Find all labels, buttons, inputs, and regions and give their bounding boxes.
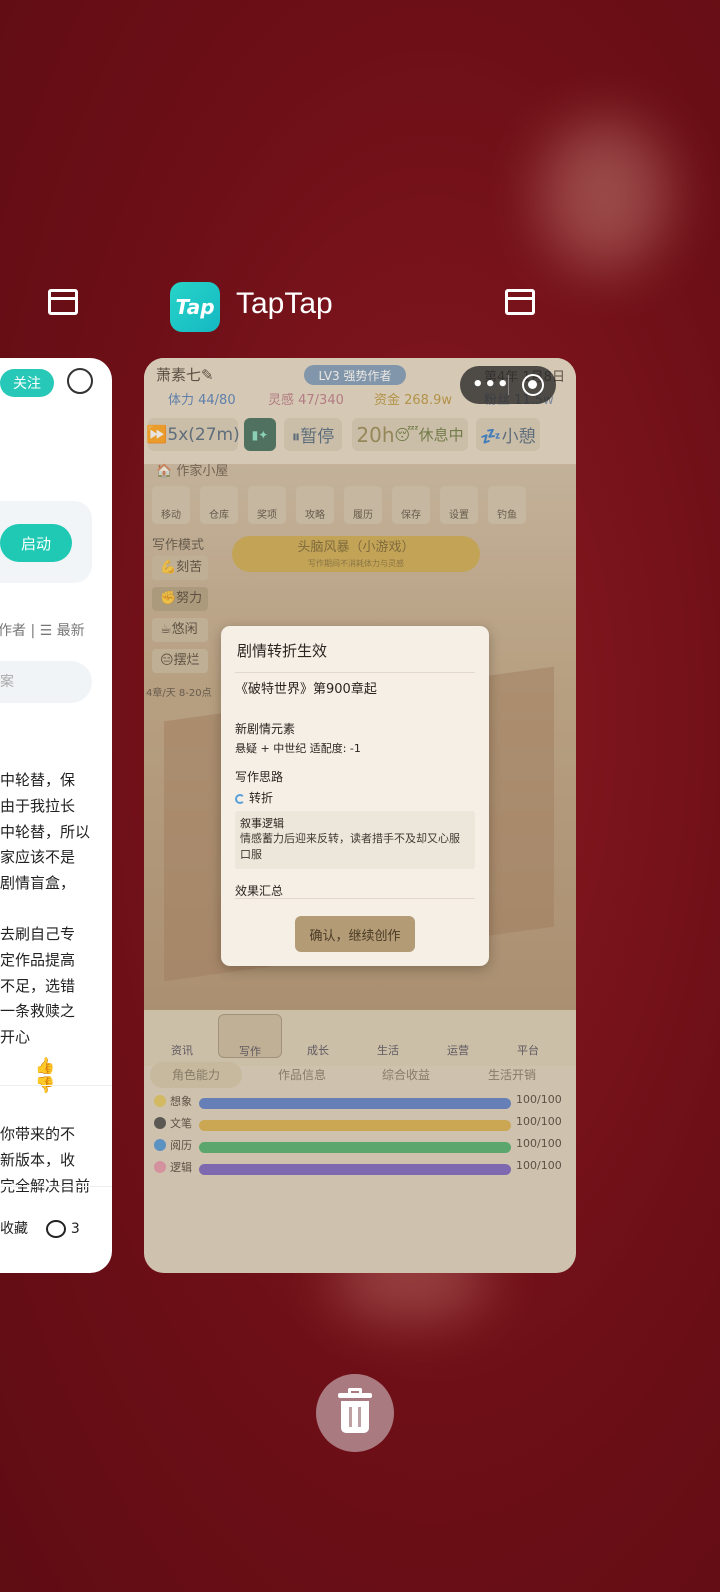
- idea-title: 写作思路: [235, 770, 284, 784]
- taptap-app-icon[interactable]: Tap: [170, 282, 220, 332]
- divider: [235, 898, 475, 899]
- logic-text: 情感蓄力后迎来反转，读者措手不及却又心服口服: [240, 832, 460, 861]
- elements-text: 悬疑 + 中世纪 适配度: -1: [235, 742, 361, 755]
- close-target-icon[interactable]: [522, 374, 544, 396]
- trash-icon-body: [341, 1401, 369, 1433]
- logic-title: 叙事逻辑: [240, 817, 284, 830]
- like-dislike-icons[interactable]: 👍 👎: [35, 1056, 112, 1094]
- logic-box: 叙事逻辑 情感蓄力后迎来反转，读者措手不及却又心服口服: [235, 811, 475, 869]
- comment-search-input[interactable]: 案: [0, 661, 92, 703]
- divider: [0, 1186, 112, 1187]
- comment-icon[interactable]: [46, 1220, 67, 1238]
- twist-icon: [235, 794, 245, 804]
- idea-row: 转折: [235, 789, 273, 806]
- card-bottom-bar: 收藏 3: [0, 1218, 80, 1238]
- follow-button[interactable]: 关注: [0, 369, 54, 397]
- divider: [0, 1085, 112, 1086]
- sort-tabs[interactable]: 作者 | ☰ 最新: [0, 620, 85, 640]
- window-mode-icon[interactable]: [48, 289, 78, 315]
- window-mode-icon[interactable]: [505, 289, 535, 315]
- review-text: 你带来的不 新版本，收 完全解决目前: [0, 1125, 91, 1195]
- share-icon[interactable]: [67, 368, 93, 394]
- divider: [235, 672, 475, 673]
- summary-title: 效果汇总: [235, 884, 284, 898]
- confirm-continue-button[interactable]: 确认，继续创作: [295, 916, 415, 952]
- app-name: TapTap: [236, 287, 333, 320]
- trash-icon-lid: [338, 1393, 372, 1398]
- idea-text: 转折: [249, 791, 274, 805]
- background-blur: [540, 120, 670, 270]
- capsule-divider: [508, 375, 509, 395]
- clear-all-button[interactable]: [316, 1374, 394, 1452]
- more-icon[interactable]: •••: [472, 374, 510, 395]
- review-text: 去刷自己专 定作品提高 不足，选错 一条救赎之 开心: [0, 925, 76, 1047]
- miniprogram-capsule: •••: [460, 366, 556, 404]
- start-button[interactable]: 启动: [0, 524, 72, 562]
- plot-twist-dialog: 剧情转折生效 《破特世界》第900章起 新剧情元素 悬疑 + 中世纪 适配度: …: [221, 626, 489, 966]
- review-text: 中轮替，保 由于我拉长 中轮替，所以 家应该不是 剧情盲盒，: [0, 771, 91, 893]
- comment-count: 3: [70, 1221, 80, 1237]
- dialog-title: 剧情转折生效: [237, 642, 328, 660]
- collect-button[interactable]: 收藏: [0, 1221, 28, 1237]
- work-chapter: 《破特世界》第900章起: [235, 682, 377, 697]
- elements-title: 新剧情元素: [235, 722, 296, 736]
- recent-app-card-left[interactable]: 关注 启动 作者 | ☰ 最新 案 中轮替，保 由于我拉长 中轮替，所以 家应该…: [0, 358, 112, 1273]
